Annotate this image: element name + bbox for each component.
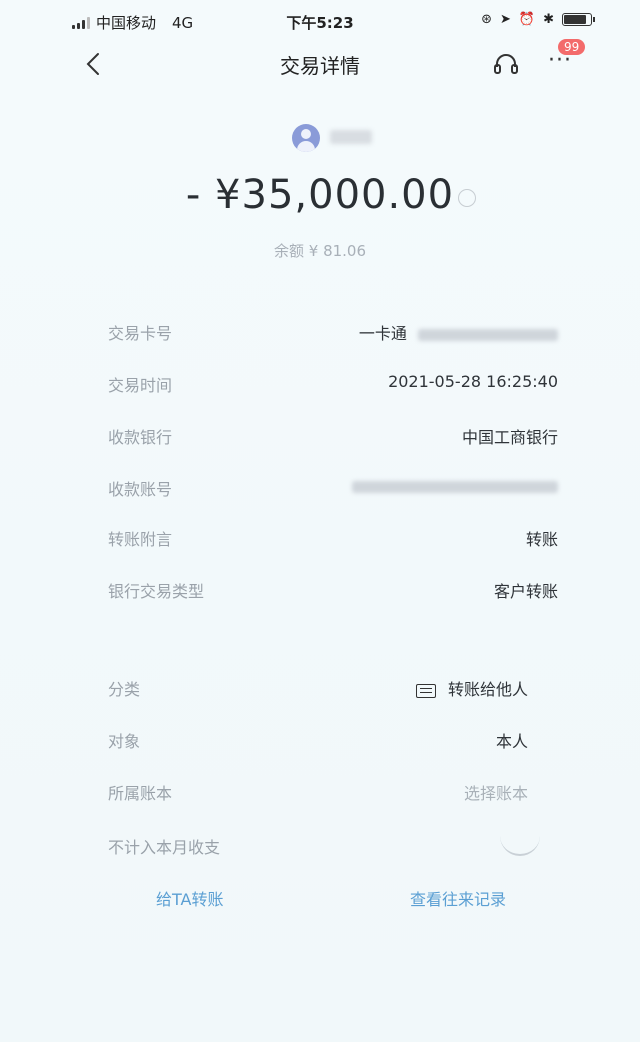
row-transaction-type: 银行交易类型 客户转账 xyxy=(108,574,558,604)
target-label: 对象 xyxy=(108,732,141,751)
card-number-label: 交易卡号 xyxy=(108,324,173,343)
status-right: ⊛ ➤ ⏰ ✱ xyxy=(481,12,595,27)
transaction-time-value: 2021-05-28 16:25:40 xyxy=(388,372,558,391)
location-icon: ➤ xyxy=(500,12,511,27)
headset-icon[interactable] xyxy=(492,50,520,78)
row-exclude-monthly: 不计入本月收支 xyxy=(108,830,528,860)
status-bar: 中国移动 4G 下午5:23 ⊛ ➤ ⏰ ✱ xyxy=(0,0,640,42)
card-number-value: 一卡通 xyxy=(359,320,558,344)
target-value[interactable]: 本人 xyxy=(496,728,528,752)
memo-label: 转账附言 xyxy=(108,530,173,549)
row-receiving-account: 收款账号 xyxy=(108,472,558,502)
info-icon[interactable] xyxy=(458,189,476,207)
receiving-bank-value: 中国工商银行 xyxy=(461,428,558,447)
transaction-time-label: 交易时间 xyxy=(108,376,173,395)
row-target[interactable]: 对象 本人 xyxy=(108,724,528,754)
transfer-category-icon xyxy=(415,683,436,698)
receiving-account-value xyxy=(352,476,558,495)
receiving-account-label: 收款账号 xyxy=(108,480,173,499)
card-type: 一卡通 xyxy=(358,324,407,343)
bluetooth-icon: ✱ xyxy=(543,12,554,27)
memo-value: 转账 xyxy=(525,530,558,549)
avatar xyxy=(292,124,320,152)
row-category[interactable]: 分类 转账给他人 xyxy=(108,672,528,702)
balance-text: 余额 ¥ 81.06 xyxy=(273,242,367,260)
nav-bar: 交易详情 ··· 99 xyxy=(0,39,640,86)
payee-name-redacted xyxy=(330,130,372,144)
category-value[interactable]: 转账给他人 xyxy=(415,676,528,700)
rotation-lock-icon: ⊛ xyxy=(481,12,492,27)
more-icon[interactable]: ··· xyxy=(548,50,572,72)
account-number-redacted xyxy=(352,480,558,493)
amount-container: - ¥35,000.00 xyxy=(0,172,640,222)
transaction-detail-screen: 中国移动 4G 下午5:23 ⊛ ➤ ⏰ ✱ 交易详情 ··· 99 - ¥35… xyxy=(0,0,640,1042)
row-ledger[interactable]: 所属账本 选择账本 xyxy=(108,776,528,806)
receiving-bank-label: 收款银行 xyxy=(108,428,173,447)
row-receiving-bank: 收款银行 中国工商银行 xyxy=(108,420,558,450)
transfer-again-link[interactable]: 给TA转账 xyxy=(156,886,223,910)
view-history-link[interactable]: 查看往来记录 xyxy=(410,886,506,910)
ledger-value[interactable]: 选择账本 xyxy=(464,780,528,804)
card-number-redacted xyxy=(418,328,558,341)
row-transaction-time: 交易时间 2021-05-28 16:25:40 xyxy=(108,368,558,398)
notification-badge: 99 xyxy=(558,39,586,55)
row-memo: 转账附言 转账 xyxy=(108,522,558,552)
category-text: 转账给他人 xyxy=(447,680,528,699)
transaction-amount: - ¥35,000.00 xyxy=(185,172,455,218)
transaction-type-label: 银行交易类型 xyxy=(108,582,205,601)
exclude-monthly-label: 不计入本月收支 xyxy=(108,838,221,857)
alarm-icon: ⏰ xyxy=(518,12,536,27)
row-card-number: 交易卡号 一卡通 xyxy=(108,316,558,346)
category-label: 分类 xyxy=(108,680,141,699)
page-title: 交易详情 xyxy=(280,54,360,78)
transaction-type-value: 客户转账 xyxy=(493,582,558,601)
ledger-label: 所属账本 xyxy=(108,784,173,803)
battery-icon xyxy=(562,13,595,26)
